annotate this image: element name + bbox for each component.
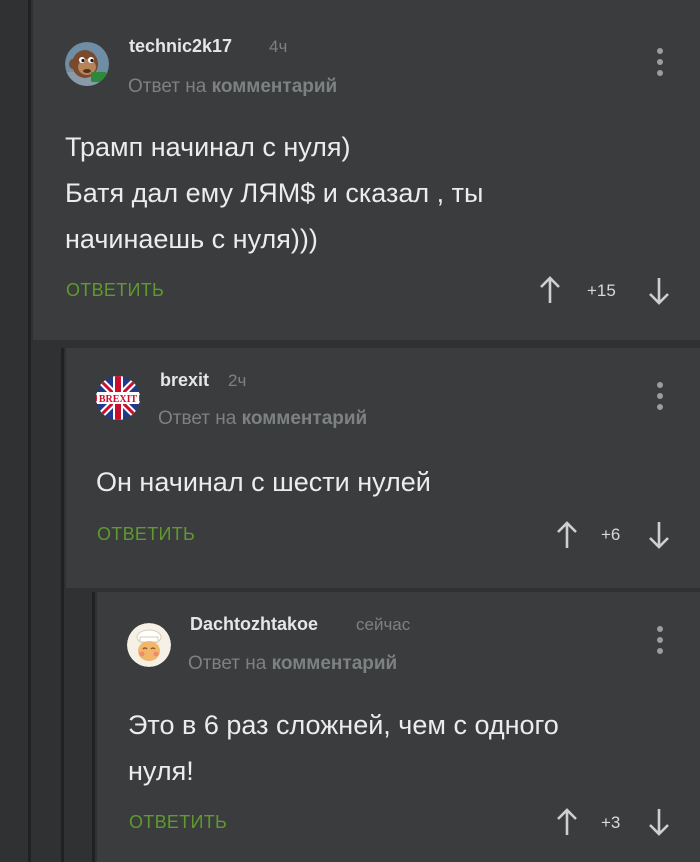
vote-score: +15 (587, 281, 616, 300)
thread-line (28, 0, 31, 862)
upvote-arrow-icon[interactable] (539, 275, 561, 305)
reply-to-link[interactable]: Ответ на комментарий (128, 76, 337, 98)
reply-to-prefix: Ответ на (188, 653, 267, 674)
comment-text: Трамп начинал с нуля) Батя дал ему ЛЯМ$ … (65, 124, 483, 262)
comment-username[interactable]: brexit (160, 370, 209, 391)
reply-to-target[interactable]: комментарий (212, 76, 338, 97)
monkey-puppet-avatar-icon[interactable] (65, 42, 109, 86)
comment-text-line: Он начинал с шести нулей (96, 467, 431, 497)
upvote-arrow-icon[interactable] (556, 807, 578, 837)
comment-username[interactable]: technic2k17 (129, 36, 232, 57)
comment-text-line: начинаешь с нуля))) (65, 224, 318, 254)
comment-text: Это в 6 раз сложней, чем с одного нуля! (128, 702, 559, 794)
comment-menu-icon[interactable] (650, 380, 670, 414)
comment: Dachtozhtakoe сейчас Ответ на комментари… (97, 592, 700, 862)
brexit-flag-avatar-icon[interactable]: BREXIT (96, 376, 140, 420)
comment-text-line: нуля! (128, 756, 194, 786)
reply-to-prefix: Ответ на (128, 76, 207, 97)
comment-time: сейчас (356, 615, 411, 634)
comment-text-line: Трамп начинал с нуля) (65, 132, 351, 162)
comment-time: 4ч (269, 37, 288, 56)
thread-line (61, 348, 64, 862)
reply-to-link[interactable]: Ответ на комментарий (158, 408, 367, 430)
reply-button[interactable]: ОТВЕТИТЬ (129, 812, 227, 833)
comment: BREXIT brexit 2ч Ответ на комментарий Он… (66, 348, 700, 588)
comment-text-line: Это в 6 раз сложней, чем с одного (128, 710, 559, 740)
comment-text-line: Батя дал ему ЛЯМ$ и сказал , ты (65, 178, 484, 208)
brexit-avatar-text: BREXIT (99, 394, 138, 405)
comment: technic2k17 4ч Ответ на комментарий Трам… (33, 0, 700, 340)
comment-username[interactable]: Dachtozhtakoe (190, 614, 318, 635)
comment-time: 2ч (228, 371, 247, 390)
reply-button[interactable]: ОТВЕТИТЬ (66, 280, 164, 301)
reply-to-target[interactable]: комментарий (242, 408, 368, 429)
upvote-arrow-icon[interactable] (556, 520, 578, 550)
chef-avatar-icon[interactable] (127, 623, 171, 667)
reply-to-prefix: Ответ на (158, 408, 237, 429)
downvote-arrow-icon[interactable] (648, 807, 670, 837)
downvote-arrow-icon[interactable] (648, 520, 670, 550)
vote-score: +3 (601, 813, 621, 832)
comment-menu-icon[interactable] (650, 46, 670, 80)
comment-menu-icon[interactable] (650, 624, 670, 658)
comment-thread: technic2k17 4ч Ответ на комментарий Трам… (0, 0, 700, 862)
reply-button[interactable]: ОТВЕТИТЬ (97, 524, 195, 545)
downvote-arrow-icon[interactable] (648, 276, 670, 306)
vote-score: +6 (601, 525, 621, 544)
reply-to-link[interactable]: Ответ на комментарий (188, 653, 397, 675)
thread-line (92, 592, 95, 862)
reply-to-target[interactable]: комментарий (272, 653, 398, 674)
comment-text: Он начинал с шести нулей (96, 459, 431, 505)
